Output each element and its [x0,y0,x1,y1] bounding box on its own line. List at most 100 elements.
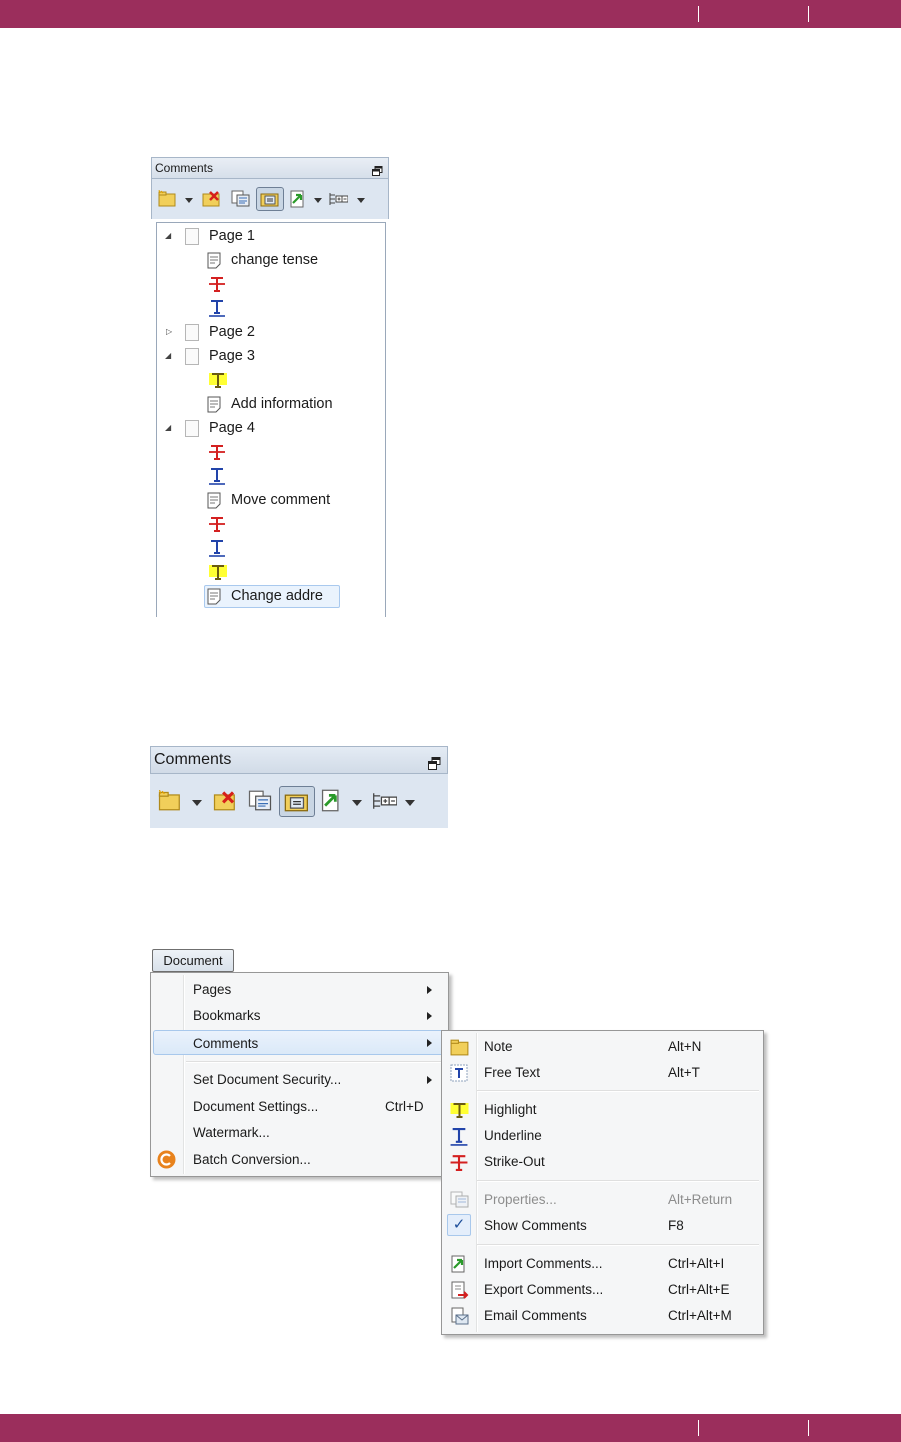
submenu-arrow-icon [427,1039,432,1047]
tree-underline[interactable] [209,297,225,319]
tree-note-selected[interactable]: Change addre [204,584,340,608]
expand-collapse-dropdown[interactable] [405,800,415,806]
menu-item-highlight[interactable]: Highlight [444,1097,761,1122]
export-icon [451,1281,469,1299]
note-icon [207,396,221,412]
tree-highlight[interactable] [209,369,227,391]
delete-comment-icon[interactable] [202,190,221,207]
tree-item-label: Page 3 [209,348,255,364]
new-comment-dropdown[interactable] [185,198,193,203]
comments-panel-title: Comments [155,161,214,175]
menu-item-document-settings[interactable]: Document Settings... Ctrl+D [153,1094,446,1119]
page-icon [185,323,199,341]
header-separator [698,6,699,22]
menu-item-label: Show Comments [484,1218,587,1233]
submenu-arrow-icon [427,1076,432,1084]
menu-item-bookmarks[interactable]: Bookmarks [153,1003,446,1028]
properties-icon[interactable] [248,790,272,811]
collapsed-triangle-icon[interactable]: ▷ [166,327,172,336]
tree-note[interactable]: Move comment [207,489,330,511]
menu-item-batch-conversion[interactable]: Batch Conversion... [153,1147,446,1172]
menu-item-show-comments[interactable]: ✓ Show Comments F8 [444,1213,761,1238]
tree-page-4[interactable]: Page 4 [185,417,255,439]
comments-tree[interactable]: ◢ Page 1 change tense ▷ Page 2 ◢ Page 3 [156,222,386,617]
note-icon [450,1039,469,1056]
menu-item-note[interactable]: Note Alt+N [444,1034,761,1059]
page-icon [185,419,199,437]
import-comments-dropdown[interactable] [314,198,322,203]
import-comments-dropdown[interactable] [352,800,362,806]
comments-submenu: Note Alt+N Free Text Alt+T Highlight Und… [441,1030,764,1335]
menu-item-label: Document Settings... [193,1099,319,1114]
tree-item-label: Add information [231,396,333,412]
menu-item-import-comments[interactable]: Import Comments... Ctrl+Alt+I [444,1251,761,1276]
menu-separator [186,1061,444,1063]
expand-triangle-icon[interactable]: ◢ [165,423,171,432]
menu-item-pages[interactable]: Pages [153,977,446,1002]
menu-item-label: Free Text [484,1065,541,1080]
tree-highlight[interactable] [209,561,227,583]
menu-item-shortcut: Ctrl+D [385,1099,424,1114]
tree-item-label: Page 2 [209,324,255,340]
menu-item-label: Properties... [484,1192,557,1207]
menu-item-label: Pages [193,982,232,997]
expand-collapse-dropdown[interactable] [357,198,365,203]
expand-collapse-icon[interactable] [371,792,397,810]
menu-item-free-text[interactable]: Free Text Alt+T [444,1060,761,1085]
menu-item-comments[interactable]: Comments [153,1030,446,1055]
underline-icon [450,1128,468,1146]
document-menu-button[interactable]: Document [152,949,234,972]
page-icon [185,227,199,245]
submenu-arrow-icon [427,986,432,994]
menu-item-shortcut: Alt+N [668,1039,702,1054]
menu-item-email-comments[interactable]: Email Comments Ctrl+Alt+M [444,1303,761,1328]
batch-conversion-icon [157,1150,176,1169]
tree-underline[interactable] [209,465,225,487]
menu-item-shortcut: Alt+T [668,1065,700,1080]
strikeout-icon [209,277,225,292]
menu-item-watermark[interactable]: Watermark... [153,1120,446,1145]
tree-page-3[interactable]: Page 3 [185,345,255,367]
tree-note[interactable]: change tense [207,249,318,271]
delete-comment-icon[interactable] [213,790,237,811]
menu-item-label: Email Comments [484,1308,587,1323]
tree-strikeout[interactable] [209,441,225,463]
menu-item-label: Batch Conversion... [193,1152,311,1167]
note-icon [207,588,221,604]
tree-page-1[interactable]: Page 1 [185,225,255,247]
properties-icon [450,1191,469,1208]
free-text-icon [450,1064,468,1082]
new-comment-dropdown[interactable] [192,800,202,806]
expand-triangle-icon[interactable]: ◢ [165,351,171,360]
show-comments-icon[interactable] [260,190,280,207]
tree-item-label: Change addre [231,588,323,604]
expand-triangle-icon[interactable]: ◢ [165,231,171,240]
new-comment-icon[interactable] [158,790,182,811]
tree-strikeout[interactable] [209,513,225,535]
check-icon: ✓ [447,1214,471,1236]
page-icon [185,347,199,365]
note-icon [207,252,221,268]
tree-underline[interactable] [209,537,225,559]
properties-icon[interactable] [231,190,250,207]
menu-item-export-comments[interactable]: Export Comments... Ctrl+Alt+E [444,1277,761,1302]
expand-collapse-icon[interactable] [328,192,348,206]
tree-note[interactable]: Add information [207,393,333,415]
menu-item-strike-out[interactable]: Strike-Out [444,1149,761,1174]
footer-bar [0,1414,901,1442]
import-comments-icon[interactable] [289,190,307,208]
comments-panel-large: Comments [150,746,448,828]
menu-item-set-document-security[interactable]: Set Document Security... [153,1067,446,1092]
show-comments-icon[interactable] [284,790,310,812]
tree-page-2[interactable]: Page 2 [185,321,255,343]
footer-separator [698,1420,699,1436]
menu-item-underline[interactable]: Underline [444,1123,761,1148]
highlight-icon [209,565,227,580]
tree-selection[interactable]: Change addre [204,584,340,608]
import-comments-icon[interactable] [320,789,343,812]
tree-strikeout[interactable] [209,273,225,295]
new-comment-icon[interactable] [158,190,177,207]
menu-item-label: Comments [193,1036,259,1051]
tree-item-label: Move comment [231,492,331,508]
strikeout-icon [209,445,225,460]
